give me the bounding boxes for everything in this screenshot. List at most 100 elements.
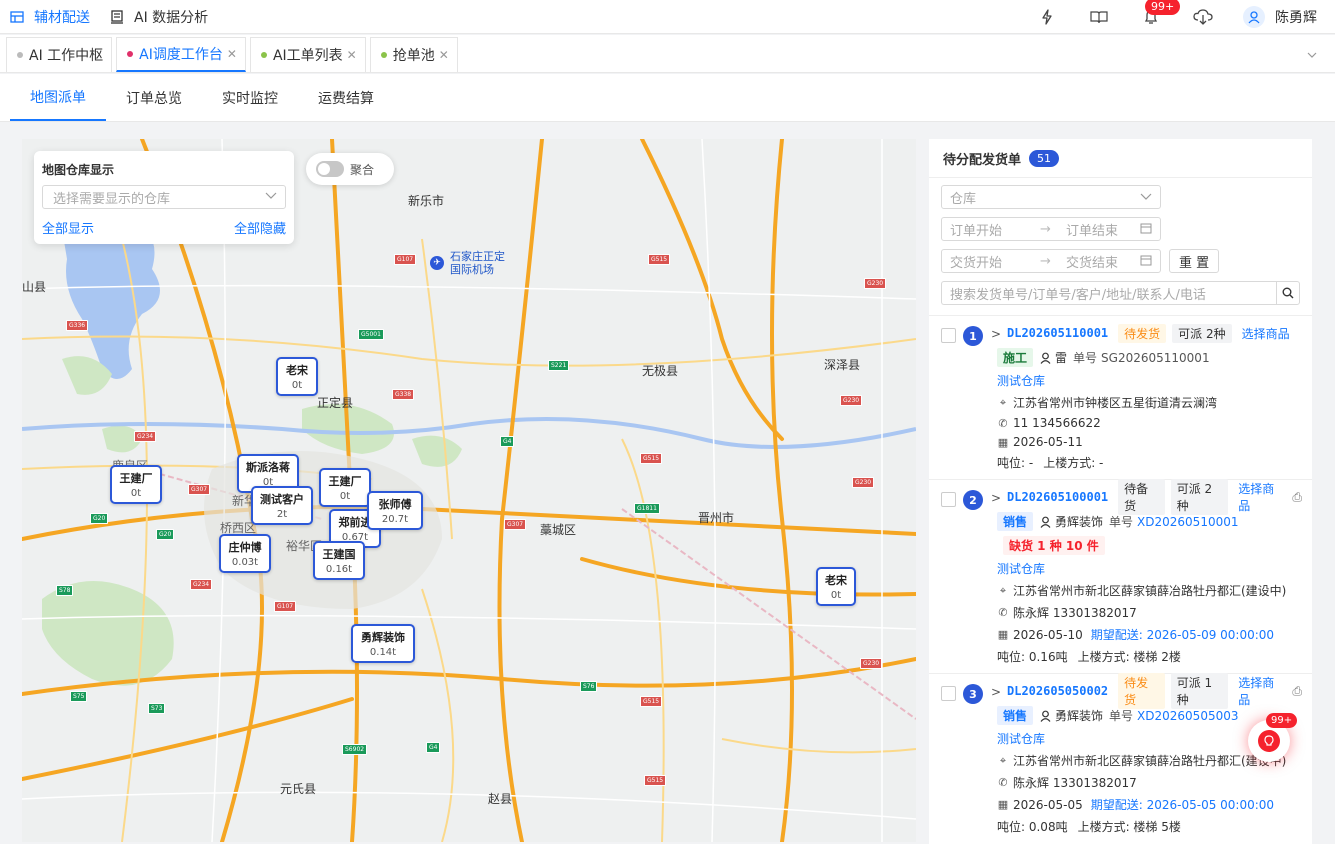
subtab-map-dispatch[interactable]: 地图派单 xyxy=(10,74,106,121)
ref-number[interactable]: XD20260510001 xyxy=(1137,515,1238,529)
order-contact: 陈永辉 13301382017 xyxy=(1013,606,1137,620)
place-label: 赵县 xyxy=(488,792,513,806)
road-badge: S78 xyxy=(56,585,74,596)
phone-icon: ✆ xyxy=(998,606,1008,619)
dispatch-badge: 可派 2种 xyxy=(1170,479,1229,515)
user-menu[interactable]: 陈勇辉 xyxy=(1243,6,1317,28)
road-badge: S73 xyxy=(148,703,166,714)
dispatch-map[interactable]: 新乐市 ✈ 石家庄正定国际机场 山县 无极县 深泽县 正定县 藁城区 晋州市 元… xyxy=(22,139,916,842)
cloud-download-icon[interactable] xyxy=(1193,7,1213,27)
tab-grab-pool[interactable]: 抢单池 ✕ xyxy=(369,37,458,72)
notification-bell-icon[interactable]: 99+ xyxy=(1141,0,1181,27)
order-start-field[interactable]: 订单开始 xyxy=(950,220,1040,239)
road-badge: G4 xyxy=(426,742,441,753)
order-checkbox[interactable] xyxy=(941,686,956,701)
search-input[interactable]: 搜索发货单号/订单号/客户/地址/联系人/电话 xyxy=(941,281,1276,305)
map-marker[interactable]: 老宋 0t xyxy=(816,567,856,606)
printer-icon[interactable]: ⎙ xyxy=(1292,684,1302,699)
map-marker[interactable]: 测试客户 2t xyxy=(251,486,313,525)
map-marker[interactable]: 老宋 0t xyxy=(276,357,318,396)
tab-ai-workorders[interactable]: AI工单列表 ✕ xyxy=(249,37,366,72)
warehouse-name[interactable]: 测试仓库 xyxy=(997,560,1302,577)
delivery-date-range[interactable]: 交货开始 → 交货结束 xyxy=(941,249,1161,273)
ref-number[interactable]: XD20260505003 xyxy=(1137,709,1238,723)
lightning-icon[interactable] xyxy=(1037,7,1057,27)
order-number[interactable]: DL202605110001 xyxy=(1007,326,1108,340)
show-all-link[interactable]: 全部显示 xyxy=(42,218,94,237)
map-marker[interactable]: 王建厂 0t xyxy=(110,465,162,504)
chevron-down-icon[interactable] xyxy=(1307,47,1317,62)
chevron-right-icon[interactable]: > xyxy=(991,685,1001,699)
close-icon[interactable]: ✕ xyxy=(347,48,357,62)
map-marker[interactable]: 庄仲博 0.03t xyxy=(219,534,271,573)
map-marker[interactable]: 勇辉装饰 0.14t xyxy=(351,624,415,663)
map-marker[interactable]: 王建厂 0t xyxy=(319,468,371,507)
road-badge: G307 xyxy=(188,484,211,495)
analysis-icon xyxy=(110,9,124,24)
order-date: 2026-05-05 xyxy=(1013,797,1083,812)
tab-ai-dispatch[interactable]: AI调度工作台 ✕ xyxy=(116,37,246,72)
order-end-field[interactable]: 订单结束 xyxy=(1066,220,1118,239)
search-icon xyxy=(1282,287,1294,299)
order-card[interactable]: 2 > DL202605100001 待备货 可派 2种 选择商品 ⎙ 销售 勇… xyxy=(929,479,1312,673)
tab-dot xyxy=(380,52,387,58)
nav-delivery[interactable]: 辅材配送 xyxy=(0,0,100,34)
order-tonnage: 吨位: 0.16吨 xyxy=(997,650,1068,664)
road-badge: S6902 xyxy=(342,744,368,755)
order-card[interactable]: 3 > DL202605050002 待发货 可派 1种 选择商品 ⎙ 销售 勇… xyxy=(929,673,1312,843)
order-floor-method: 上楼方式: 楼梯 2楼 xyxy=(1077,650,1181,664)
road-badge: G20 xyxy=(156,529,175,540)
road-badge: S75 xyxy=(70,691,88,702)
nav-ai-analysis[interactable]: AI 数据分析 xyxy=(100,0,218,34)
status-badge: 待备货 xyxy=(1118,479,1165,515)
chevron-right-icon[interactable]: > xyxy=(991,327,1001,341)
hide-all-link[interactable]: 全部隐藏 xyxy=(234,218,286,237)
choose-goods-link[interactable]: 选择商品 xyxy=(1242,325,1290,342)
place-label: 晋州市 xyxy=(698,511,735,525)
order-type-tag: 销售 xyxy=(997,512,1034,531)
choose-goods-link[interactable]: 选择商品 xyxy=(1238,674,1284,708)
ref-label: 单号 xyxy=(1109,515,1134,529)
reset-button[interactable]: 重 置 xyxy=(1169,249,1220,273)
order-checkbox[interactable] xyxy=(941,328,956,343)
search-button[interactable] xyxy=(1276,281,1300,305)
subtab-order-overview[interactable]: 订单总览 xyxy=(106,74,202,121)
road-badge: G4 xyxy=(500,436,515,447)
place-label: 石家庄正定国际机场 xyxy=(450,250,505,276)
book-icon[interactable] xyxy=(1089,7,1109,27)
order-number[interactable]: DL202605100001 xyxy=(1007,490,1108,504)
order-card[interactable]: 1 > DL202605110001 待发货 可派 2种 选择商品 施工 雷 单… xyxy=(929,315,1312,479)
road-badge: G338 xyxy=(392,389,415,400)
place-label: 无极县 xyxy=(642,364,679,378)
map-marker[interactable]: 张师傅 20.7t xyxy=(367,491,423,530)
marker-value: 0.16t xyxy=(325,564,353,575)
warehouse-name[interactable]: 测试仓库 xyxy=(997,372,1302,389)
aggregate-toggle[interactable]: 聚合 xyxy=(306,153,394,185)
road-badge: G336 xyxy=(66,320,89,331)
tab-label: AI工单列表 xyxy=(272,48,343,64)
warehouse-filter-select[interactable]: 仓库 xyxy=(941,185,1161,209)
order-address: 江苏省常州市钟楼区五星街道清云澜湾 xyxy=(1013,396,1218,410)
warehouse-select[interactable]: 选择需要显示的仓库 xyxy=(42,185,286,209)
aggregate-switch[interactable] xyxy=(316,161,344,177)
subtab-realtime-monitor[interactable]: 实时监控 xyxy=(202,74,298,121)
calendar-icon: ▦ xyxy=(997,435,1009,449)
close-icon[interactable]: ✕ xyxy=(439,48,449,62)
order-checkbox[interactable] xyxy=(941,492,956,507)
order-number[interactable]: DL202605050002 xyxy=(1007,684,1108,698)
map-marker[interactable]: 王建国 0.16t xyxy=(313,541,365,580)
phone-icon: ✆ xyxy=(998,416,1008,430)
subtab-freight-settlement[interactable]: 运费结算 xyxy=(298,74,394,121)
order-date-range[interactable]: 订单开始 → 订单结束 xyxy=(941,217,1161,241)
chevron-down-icon xyxy=(1140,190,1152,205)
close-icon[interactable]: ✕ xyxy=(227,47,237,61)
tab-ai-hub[interactable]: AI 工作中枢 xyxy=(6,37,113,72)
delivery-start-field[interactable]: 交货开始 xyxy=(950,252,1040,271)
pending-count-badge: 51 xyxy=(1029,149,1060,167)
order-type-tag: 施工 xyxy=(997,348,1034,367)
chevron-right-icon[interactable]: > xyxy=(991,491,1001,505)
choose-goods-link[interactable]: 选择商品 xyxy=(1238,480,1284,514)
printer-icon[interactable]: ⎙ xyxy=(1292,490,1302,505)
delivery-end-field[interactable]: 交货结束 xyxy=(1066,252,1118,271)
marker-name: 老宋 xyxy=(286,364,308,377)
